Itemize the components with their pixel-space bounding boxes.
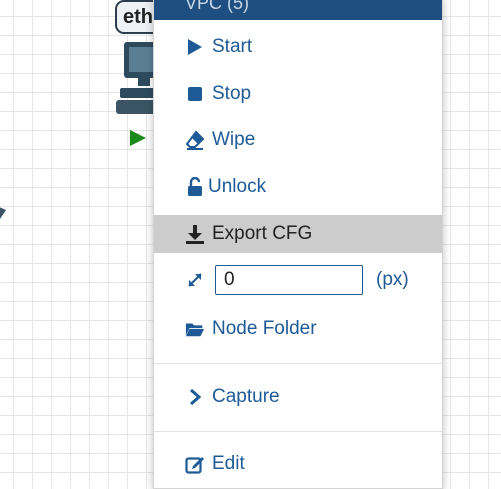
menu-divider (154, 431, 442, 432)
play-triangle-icon (129, 129, 147, 152)
menu-divider (154, 363, 442, 364)
menu-item-unlock[interactable]: Unlock (154, 168, 442, 206)
menu-item-label: Capture (212, 386, 280, 407)
chevron-right-icon (185, 387, 205, 407)
download-icon (185, 224, 205, 244)
menu-item-label: Start (212, 36, 253, 57)
menu-item-start[interactable]: Start (154, 28, 442, 66)
resize-arrows-icon (185, 270, 205, 290)
menu-item-label: Export CFG (212, 223, 313, 244)
menu-item-label: Edit (212, 453, 245, 474)
menu-header: VPC (5) (154, 0, 442, 20)
stop-icon (185, 84, 205, 104)
eraser-icon (185, 130, 205, 150)
node-context-menu: VPC (5) Start Stop Wipe Unlock Export CF… (153, 0, 443, 489)
link-endpoint-icon (0, 200, 8, 229)
resize-unit-label: (px) (376, 269, 409, 290)
menu-item-capture[interactable]: Capture (154, 378, 442, 416)
menu-item-label: Node Folder (212, 318, 317, 339)
folder-open-icon (185, 319, 205, 339)
menu-item-label: Wipe (212, 129, 256, 150)
resize-row: (px) (154, 261, 442, 299)
menu-item-label: Unlock (208, 176, 267, 197)
edit-icon (185, 454, 205, 474)
menu-item-stop[interactable]: Stop (154, 75, 442, 113)
play-icon (185, 37, 205, 57)
menu-item-label: Stop (212, 83, 252, 104)
menu-item-export-cfg[interactable]: Export CFG (154, 215, 442, 253)
menu-item-wipe[interactable]: Wipe (154, 121, 442, 159)
menu-item-node-folder[interactable]: Node Folder (154, 310, 442, 348)
menu-item-edit[interactable]: Edit (154, 445, 442, 483)
node-size-input[interactable] (215, 265, 363, 295)
unlock-icon (185, 177, 205, 197)
